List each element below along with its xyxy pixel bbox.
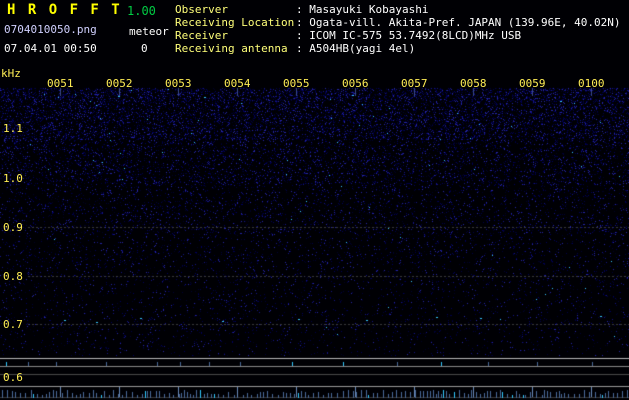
output-filename: 0704010050.png (4, 23, 97, 36)
meteor-count: 0 (141, 42, 148, 55)
time-tick-label: 0059 (519, 77, 546, 90)
info-value: A504HB(yagi 4el) (309, 42, 416, 55)
time-tick-label: 0051 (47, 77, 74, 90)
info-label: Observer (175, 3, 228, 16)
hrofft-window: H R O F F T 1.00 0704010050.png meteor 0… (0, 0, 629, 400)
observation-datetime: 07.04.01 00:50 (4, 42, 97, 55)
info-label: Receiver (175, 29, 228, 42)
frequency-tick-label: 0.6 (3, 371, 23, 384)
time-tick-label: 0055 (283, 77, 310, 90)
info-label: Receiving antenna (175, 42, 288, 55)
info-value: ICOM IC-575 53.7492(8LCD)MHz USB (309, 29, 522, 42)
frequency-tick-label: 1.1 (3, 122, 23, 135)
info-row-1: Receiving Location: Ogata-vill. Akita-Pr… (175, 16, 621, 29)
frequency-unit-label: kHz (1, 67, 21, 80)
info-row-3: Receiving antenna: A504HB(yagi 4el) (175, 42, 621, 55)
time-tick-label: 0057 (401, 77, 428, 90)
info-separator: : (296, 29, 310, 42)
app-version: 1.00 (127, 4, 156, 18)
info-value: Ogata-vill. Akita-Pref. JAPAN (139.96E, … (309, 16, 621, 29)
time-tick-label: 0058 (460, 77, 487, 90)
frequency-tick-label: 0.9 (3, 221, 23, 234)
info-separator: : (296, 3, 310, 16)
frequency-tick-label: 0.8 (3, 270, 23, 283)
app-title: H R O F F T (7, 2, 122, 18)
mode-label: meteor (129, 25, 169, 38)
info-separator: : (296, 16, 310, 29)
frequency-tick-label: 0.7 (3, 318, 23, 331)
info-row-0: Observer: Masayuki Kobayashi (175, 3, 621, 16)
time-tick-label: 0100 (578, 77, 605, 90)
spectrogram-canvas (0, 0, 629, 400)
time-tick-label: 0053 (165, 77, 192, 90)
time-tick-label: 0052 (106, 77, 133, 90)
observation-info-block: Observer: Masayuki Kobayashi Receiving Lo… (175, 3, 621, 55)
info-label: Receiving Location (175, 16, 295, 29)
time-tick-label: 0054 (224, 77, 251, 90)
info-separator: : (296, 42, 310, 55)
time-tick-label: 0056 (342, 77, 369, 90)
info-value: Masayuki Kobayashi (309, 3, 429, 16)
info-row-2: Receiver: ICOM IC-575 53.7492(8LCD)MHz U… (175, 29, 621, 42)
frequency-tick-label: 1.0 (3, 172, 23, 185)
